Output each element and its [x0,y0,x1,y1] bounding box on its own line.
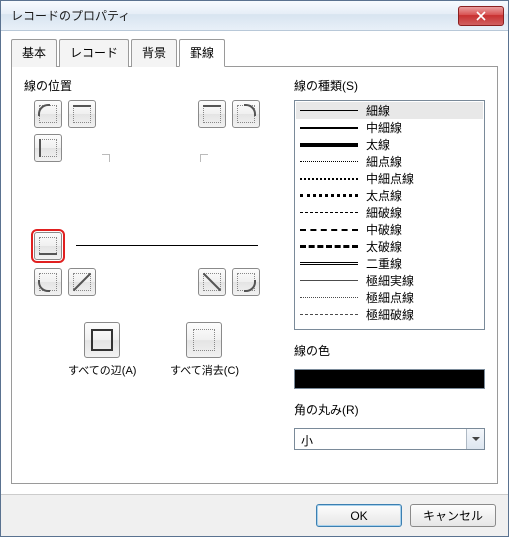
dialog-footer: OK キャンセル [1,494,508,536]
line-type-name: 二重線 [366,255,402,272]
diag-tlbr-button[interactable] [198,268,226,296]
line-type-option[interactable]: 太線 [296,136,483,153]
line-sample-icon [300,161,358,162]
line-sample-icon [300,229,358,231]
corner-radius-value: 小 [295,429,466,449]
line-type-name: 細破線 [366,204,402,221]
line-type-option[interactable]: 中細線 [296,119,483,136]
window-title: レコードのプロパティ [11,7,458,24]
close-icon [476,11,486,21]
titlebar: レコードのプロパティ [1,1,508,31]
preview-line [76,245,258,246]
line-type-option[interactable]: 中細点線 [296,170,483,187]
chevron-down-icon[interactable] [466,429,484,449]
line-type-option[interactable]: 細破線 [296,204,483,221]
dialog-window: レコードのプロパティ 基本 レコード 背景 罫線 線の位置 [0,0,509,537]
line-sample-icon [300,280,358,281]
tab-basic[interactable]: 基本 [11,39,57,67]
corner-br-button[interactable] [232,268,260,296]
line-sample-icon [300,297,358,298]
line-type-name: 中細点線 [366,170,414,187]
line-sample-icon [300,127,358,129]
all-sides-label: すべての辺(A) [68,362,136,378]
line-type-name: 中破線 [366,221,402,238]
line-type-name: 極細実線 [366,272,414,289]
edge-grid: すべての辺(A) すべて消去(C) [24,100,294,400]
line-type-name: 太線 [366,136,390,153]
line-type-name: 中細線 [366,119,402,136]
line-type-listbox[interactable]: 細線中細線太線細点線中細点線太点線細破線中破線太破線二重線極細実線極細点線極細破… [294,100,485,330]
line-type-name: 細線 [366,102,390,119]
line-sample-icon [300,110,358,111]
line-type-option[interactable]: 極細破線 [296,306,483,323]
preview-corner-tl [102,154,110,162]
line-sample-icon [300,262,358,265]
line-type-option[interactable]: 細点線 [296,153,483,170]
corner-radius-label: 角の丸み(R) [294,401,485,418]
line-type-option[interactable]: 中破線 [296,221,483,238]
line-types-label: 線の種類(S) [294,77,485,94]
line-type-name: 極細破線 [366,306,414,323]
line-type-option[interactable]: 極細実線 [296,272,483,289]
line-sample-icon [300,194,358,197]
content-area: 基本 レコード 背景 罫線 線の位置 [1,31,508,494]
cancel-button[interactable]: キャンセル [410,504,496,527]
ok-button[interactable]: OK [316,504,402,527]
tab-panel-border: 線の位置 [11,66,498,484]
corner-tl-button[interactable] [34,100,62,128]
line-position-section: 線の位置 [24,77,294,473]
line-type-option[interactable]: 太点線 [296,187,483,204]
line-type-option[interactable]: 太破線 [296,238,483,255]
line-color-swatch[interactable] [294,369,485,389]
clear-all-label: すべて消去(C) [170,362,239,378]
line-sample-icon [300,314,358,315]
all-sides-button[interactable] [84,322,120,358]
line-type-option[interactable]: 二重線 [296,255,483,272]
line-sample-icon [300,143,358,147]
line-position-label: 線の位置 [24,77,294,94]
line-type-name: 極細点線 [366,289,414,306]
edge-top2-button[interactable] [198,100,226,128]
diag-bltr-button[interactable] [68,268,96,296]
line-style-section: 線の種類(S) 細線中細線太線細点線中細点線太点線細破線中破線太破線二重線極細実… [294,77,485,473]
close-button[interactable] [458,6,504,26]
line-type-name: 細点線 [366,153,402,170]
edge-bottom-button[interactable] [34,232,62,260]
line-type-name: 太点線 [366,187,402,204]
tab-record[interactable]: レコード [59,39,129,67]
line-sample-icon [300,245,358,248]
tab-strip: 基本 レコード 背景 罫線 [11,39,498,67]
clear-all-button[interactable] [186,322,222,358]
edge-top-button[interactable] [68,100,96,128]
tab-border[interactable]: 罫線 [179,39,225,67]
line-sample-icon [300,212,358,213]
line-type-option[interactable]: 極細点線 [296,289,483,306]
tab-background[interactable]: 背景 [131,39,177,67]
line-color-label: 線の色 [294,342,485,359]
line-type-option[interactable]: 細線 [296,102,483,119]
corner-radius-combo[interactable]: 小 [294,428,485,450]
corner-tr-button[interactable] [232,100,260,128]
line-sample-icon [300,178,358,180]
corner-bl-button[interactable] [34,268,62,296]
line-type-name: 太破線 [366,238,402,255]
preview-corner-tr [200,154,208,162]
edge-left-button[interactable] [34,134,62,162]
